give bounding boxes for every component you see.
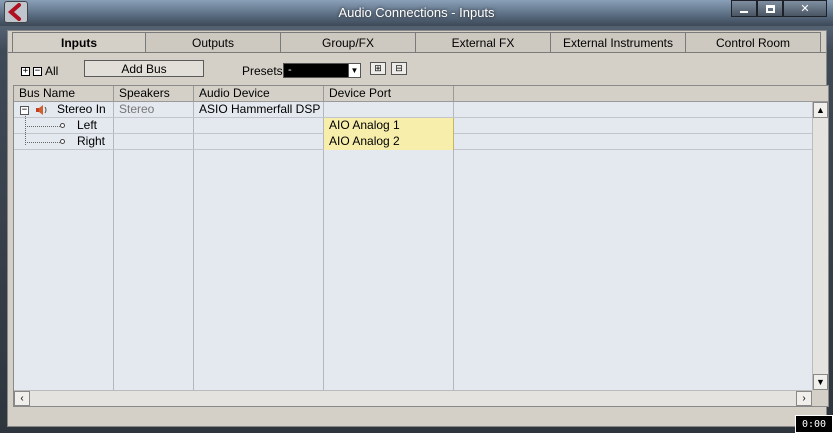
tab-label: Control Room bbox=[715, 35, 791, 50]
all-label: All bbox=[45, 64, 59, 78]
scroll-left-icon[interactable]: ‹ bbox=[14, 391, 30, 406]
device-port-cell[interactable]: AIO Analog 1 bbox=[324, 118, 454, 134]
tab-label: External FX bbox=[451, 35, 515, 50]
device-port-cell[interactable] bbox=[324, 102, 454, 118]
bus-name-cell[interactable]: Right bbox=[72, 134, 105, 150]
speakers-cell[interactable]: Stereo bbox=[114, 102, 154, 118]
audio-device-cell[interactable]: ASIO Hammerfall DSP bbox=[194, 102, 320, 118]
column-header-speakers[interactable]: Speakers bbox=[114, 86, 194, 102]
tab-divider bbox=[8, 52, 826, 53]
audio-connections-window: Audio Connections - Inputs ✕ Inputs Outp… bbox=[0, 0, 833, 433]
tab-label: Inputs bbox=[61, 36, 97, 50]
tab-group-fx[interactable]: Group/FX bbox=[280, 32, 416, 52]
tab-strip: Inputs Outputs Group/FX External FX Exte… bbox=[12, 32, 821, 53]
tree-connector bbox=[25, 126, 60, 127]
channel-node-icon bbox=[60, 139, 65, 144]
timer-badge: 0:00 bbox=[795, 415, 833, 433]
close-button[interactable]: ✕ bbox=[783, 0, 827, 17]
table-row[interactable]: Right AIO Analog 2 bbox=[14, 134, 828, 150]
bus-name-cell[interactable]: Left bbox=[72, 118, 97, 134]
tab-external-instruments[interactable]: External Instruments bbox=[550, 32, 686, 52]
maximize-button[interactable] bbox=[757, 0, 783, 17]
grid-header: Bus Name Speakers Audio Device Device Po… bbox=[14, 86, 828, 102]
window-controls: ✕ bbox=[731, 0, 827, 18]
scroll-right-icon[interactable]: › bbox=[796, 391, 812, 406]
scrollbar-corner bbox=[812, 390, 828, 406]
table-row[interactable]: − Stereo In Stereo ASIO Hammerfall DSP bbox=[14, 102, 828, 118]
scroll-up-icon[interactable]: ▲ bbox=[813, 102, 828, 118]
store-preset-icon[interactable]: ⊞ bbox=[370, 62, 386, 75]
minus-icon: − bbox=[34, 66, 41, 76]
horizontal-scrollbar[interactable]: ‹ › bbox=[14, 390, 812, 406]
speakers-cell[interactable] bbox=[114, 134, 119, 150]
close-icon: ✕ bbox=[800, 3, 810, 15]
audio-device-cell[interactable] bbox=[194, 134, 199, 150]
tab-label: Group/FX bbox=[321, 35, 375, 50]
connections-grid: Bus Name Speakers Audio Device Device Po… bbox=[13, 85, 829, 407]
expand-all-button[interactable]: + bbox=[21, 67, 30, 76]
toolbar: + − All Add Bus Presets - ▼ ⊞ ⊟ bbox=[8, 55, 826, 85]
add-bus-button[interactable]: Add Bus bbox=[84, 60, 204, 77]
tab-control-room[interactable]: Control Room bbox=[685, 32, 821, 52]
collapse-tree-button[interactable]: − bbox=[20, 106, 29, 115]
vertical-scrollbar[interactable]: ▲ ▼ bbox=[812, 102, 828, 390]
channel-node-icon bbox=[60, 123, 65, 128]
tab-label: External Instruments bbox=[562, 35, 674, 50]
presets-label: Presets bbox=[242, 64, 283, 78]
tree-connector bbox=[25, 142, 60, 143]
tab-outputs[interactable]: Outputs bbox=[145, 32, 281, 52]
column-header-device-port[interactable]: Device Port bbox=[324, 86, 454, 102]
scroll-down-icon[interactable]: ▼ bbox=[813, 374, 828, 390]
tab-label: Outputs bbox=[191, 35, 235, 50]
tab-external-fx[interactable]: External FX bbox=[415, 32, 551, 52]
presets-dropdown[interactable]: - ▼ bbox=[283, 63, 361, 78]
collapse-all-button[interactable]: − bbox=[33, 67, 42, 76]
column-header-bus-name[interactable]: Bus Name bbox=[14, 86, 114, 102]
window-title: Audio Connections - Inputs bbox=[338, 5, 495, 20]
minimize-button[interactable] bbox=[731, 0, 757, 17]
speaker-icon bbox=[36, 105, 47, 115]
remove-preset-icon[interactable]: ⊟ bbox=[391, 62, 407, 75]
title-bar[interactable]: Audio Connections - Inputs ✕ bbox=[0, 0, 833, 26]
speakers-cell[interactable] bbox=[114, 118, 119, 134]
audio-device-cell[interactable] bbox=[194, 118, 199, 134]
column-header-audio-device[interactable]: Audio Device bbox=[194, 86, 324, 102]
maximize-icon bbox=[765, 4, 775, 13]
client-area: Inputs Outputs Group/FX External FX Exte… bbox=[7, 30, 829, 427]
chevron-down-icon[interactable]: ▼ bbox=[348, 64, 360, 77]
tab-inputs[interactable]: Inputs bbox=[12, 32, 146, 53]
table-row[interactable]: Left AIO Analog 1 bbox=[14, 118, 828, 134]
plus-icon: + bbox=[22, 66, 29, 76]
bus-name-cell[interactable]: Stereo In bbox=[52, 102, 106, 118]
device-port-cell[interactable]: AIO Analog 2 bbox=[324, 134, 454, 150]
presets-value: - bbox=[288, 64, 292, 76]
minimize-icon bbox=[740, 10, 748, 13]
